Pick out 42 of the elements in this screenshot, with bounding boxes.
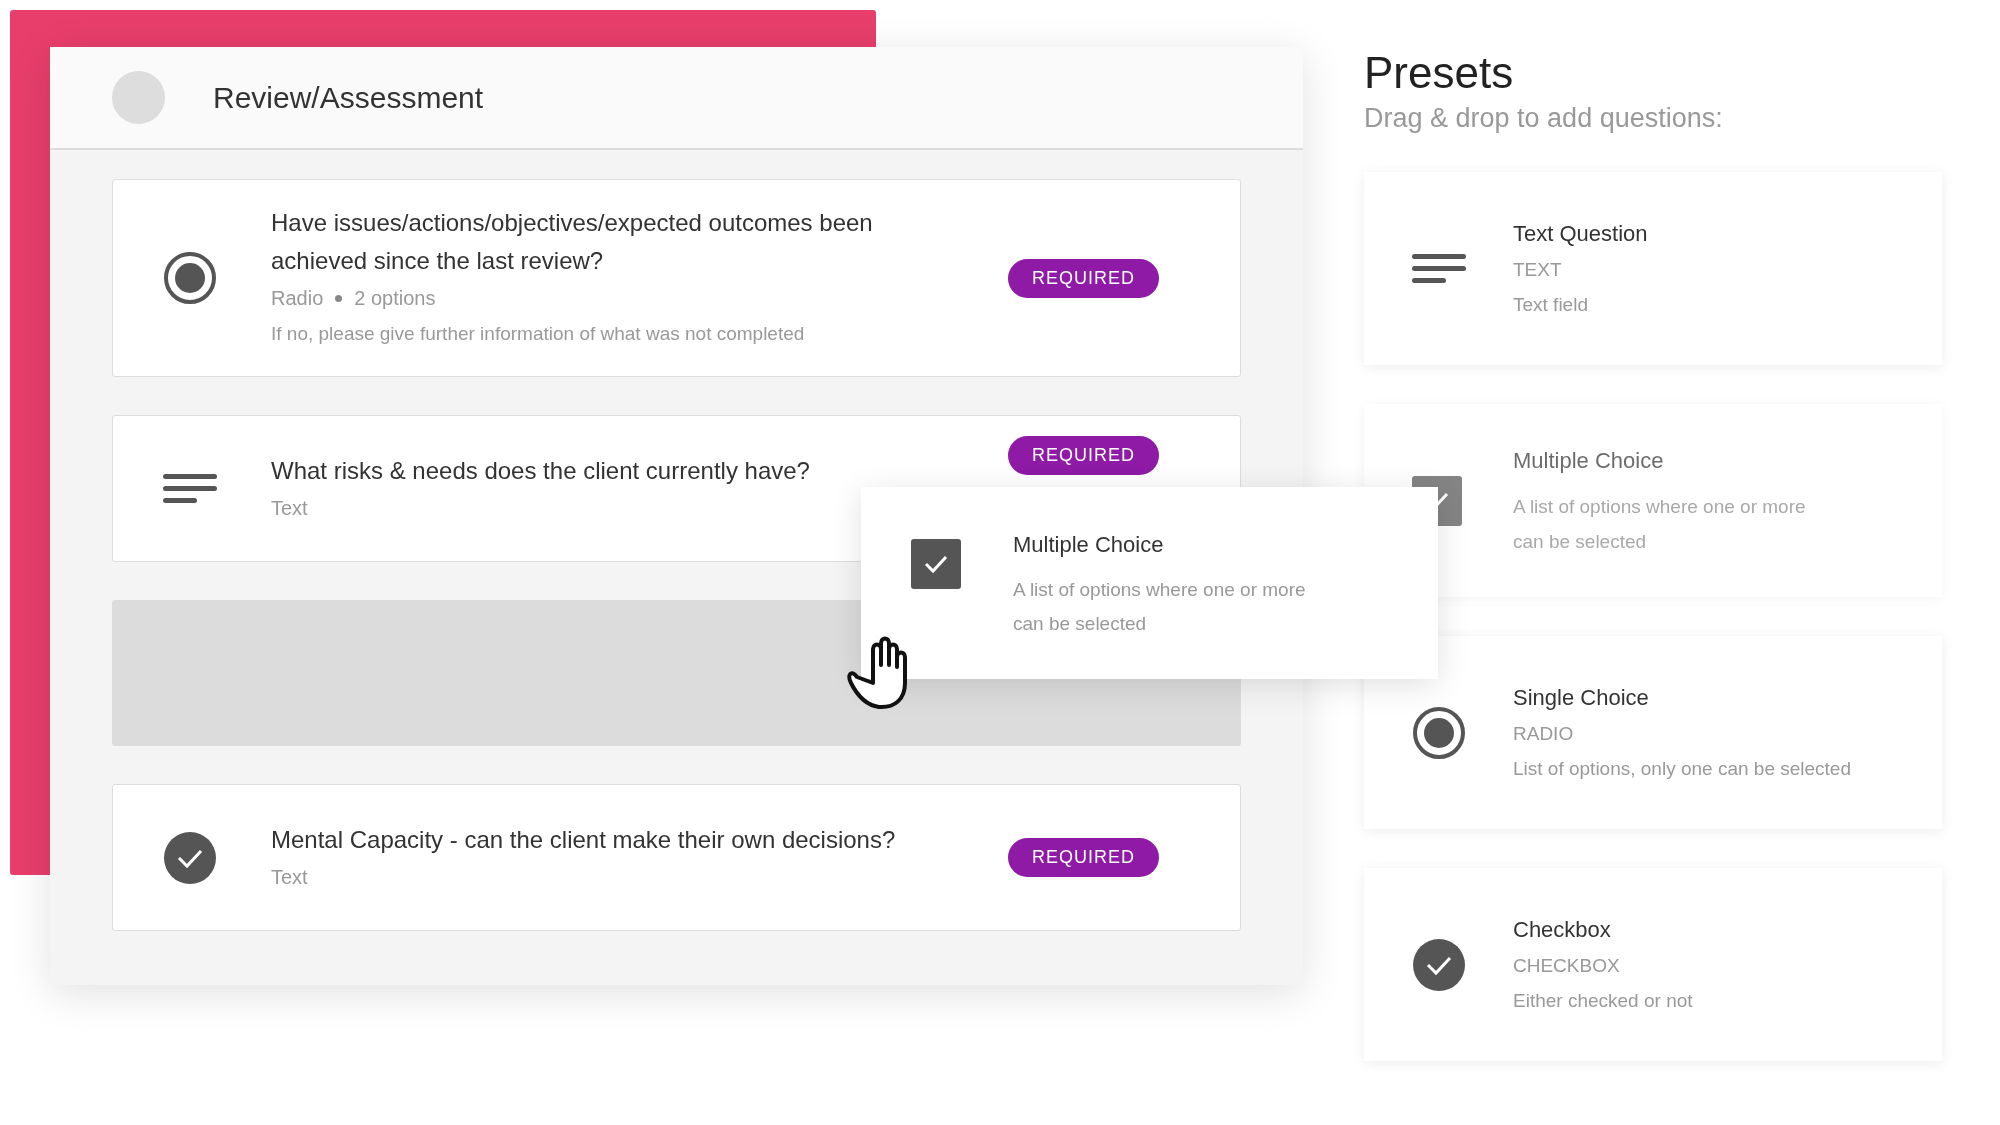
text-lines-icon (1412, 251, 1466, 286)
question-text: Have issues/actions/objectives/expected outcomes been achieved since the last review? (271, 208, 874, 276)
preset-title: Checkbox (1513, 915, 1612, 944)
preset-card[interactable]: Single Choice RADIO List of options, only one can be selected (1364, 636, 1942, 829)
preset-type: TEXT (1513, 257, 1563, 282)
question-card[interactable]: Mental Capacity - can the client make their own decisions? Text REQUIRED (112, 784, 1241, 931)
avatar (112, 71, 165, 124)
question-type: Text (271, 864, 308, 890)
preset-description: List of options, only one can be selected (1513, 756, 1852, 781)
form-title: Review/Assessment (213, 80, 484, 115)
card-title: Multiple Choice (1013, 531, 1165, 559)
presets-title: Presets (1364, 47, 1515, 99)
preset-description: A list of options where one or more can be selected (1513, 494, 1807, 554)
required-badge: REQUIRED (1008, 436, 1159, 475)
separator-dot (335, 294, 343, 302)
check-circle-icon (163, 830, 217, 885)
radio-icon (1412, 705, 1466, 760)
preset-type: RADIO (1513, 721, 1575, 746)
card-description: A list of options where one or more can be selected (1013, 578, 1307, 636)
preset-card[interactable]: Checkbox CHECKBOX Either checked or not (1364, 868, 1942, 1061)
question-type: Text (271, 495, 308, 521)
preset-card[interactable]: Text Question TEXT Text field (1364, 172, 1942, 365)
radio-icon (163, 251, 217, 305)
required-badge: REQUIRED (1008, 258, 1159, 298)
option-count: 2 options (354, 286, 436, 311)
preset-title: Multiple Choice (1513, 446, 1665, 475)
preset-description: Text field (1513, 292, 1589, 317)
question-type: Radio (271, 286, 324, 311)
preset-title: Text Question (1513, 219, 1649, 248)
preset-type: CHECKBOX (1513, 953, 1621, 978)
preset-description: Either checked or not (1513, 988, 1694, 1013)
dragged-card[interactable]: Multiple Choice A list of options where one or more can be selected (861, 487, 1438, 679)
preset-title: Single Choice (1513, 683, 1650, 712)
text-lines-icon (163, 471, 217, 506)
presets-subtitle: Drag & drop to add questions: (1364, 103, 1724, 134)
question-text: Mental Capacity - can the client make their own decisions? (271, 824, 897, 855)
checkbox-icon (911, 539, 961, 589)
question-card[interactable]: Have issues/actions/objectives/expected outcomes been achieved since the last review? Radio 2 options If no, please give further information of what was not completed REQUIRED (112, 179, 1241, 377)
required-badge: REQUIRED (1008, 838, 1159, 877)
check-circle-icon (1412, 937, 1466, 992)
question-hint: If no, please give further information of what was not completed (271, 322, 806, 346)
question-text: What risks & needs does the client currently have? (271, 455, 811, 486)
